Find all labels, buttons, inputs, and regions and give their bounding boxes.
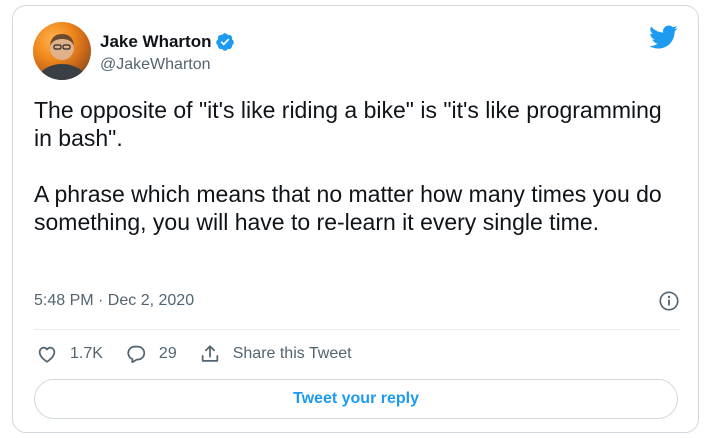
- avatar-photo: [38, 34, 86, 80]
- tweet-paragraph: The opposite of "it's like riding a bike…: [34, 97, 662, 151]
- share-label: Share this Tweet: [232, 345, 352, 362]
- tweet-meta-row: 5:48 PM · Dec 2, 2020: [34, 289, 680, 313]
- twitter-bird-icon[interactable]: [648, 24, 678, 50]
- reply-bubble-icon: [127, 345, 146, 364]
- like-count: 1.7K: [70, 345, 103, 362]
- reply-button[interactable]: 29: [125, 343, 177, 365]
- tweet-paragraph: A phrase which means that no matter how …: [34, 181, 662, 235]
- author-handle[interactable]: @JakeWharton: [100, 56, 235, 74]
- tweet-text: The opposite of "it's like riding a bike…: [34, 96, 684, 264]
- tweet-card: Jake Wharton @JakeWharton The opposite o…: [12, 5, 699, 433]
- tweet-actions: 1.7K 29 Share this Tweet: [36, 340, 374, 368]
- avatar[interactable]: [33, 22, 91, 80]
- info-icon[interactable]: [658, 290, 680, 312]
- heart-icon: [38, 346, 56, 363]
- verified-badge-icon: [215, 32, 235, 52]
- author-info: Jake Wharton @JakeWharton: [100, 30, 235, 74]
- tweet-your-reply-button[interactable]: Tweet your reply: [34, 379, 678, 419]
- author-name[interactable]: Jake Wharton: [100, 32, 211, 52]
- tweet-timestamp[interactable]: 5:48 PM · Dec 2, 2020: [34, 292, 194, 310]
- divider: [34, 329, 680, 330]
- like-button[interactable]: 1.7K: [36, 343, 103, 365]
- share-button[interactable]: Share this Tweet: [199, 343, 352, 365]
- share-icon: [201, 345, 218, 362]
- reply-count: 29: [158, 345, 177, 362]
